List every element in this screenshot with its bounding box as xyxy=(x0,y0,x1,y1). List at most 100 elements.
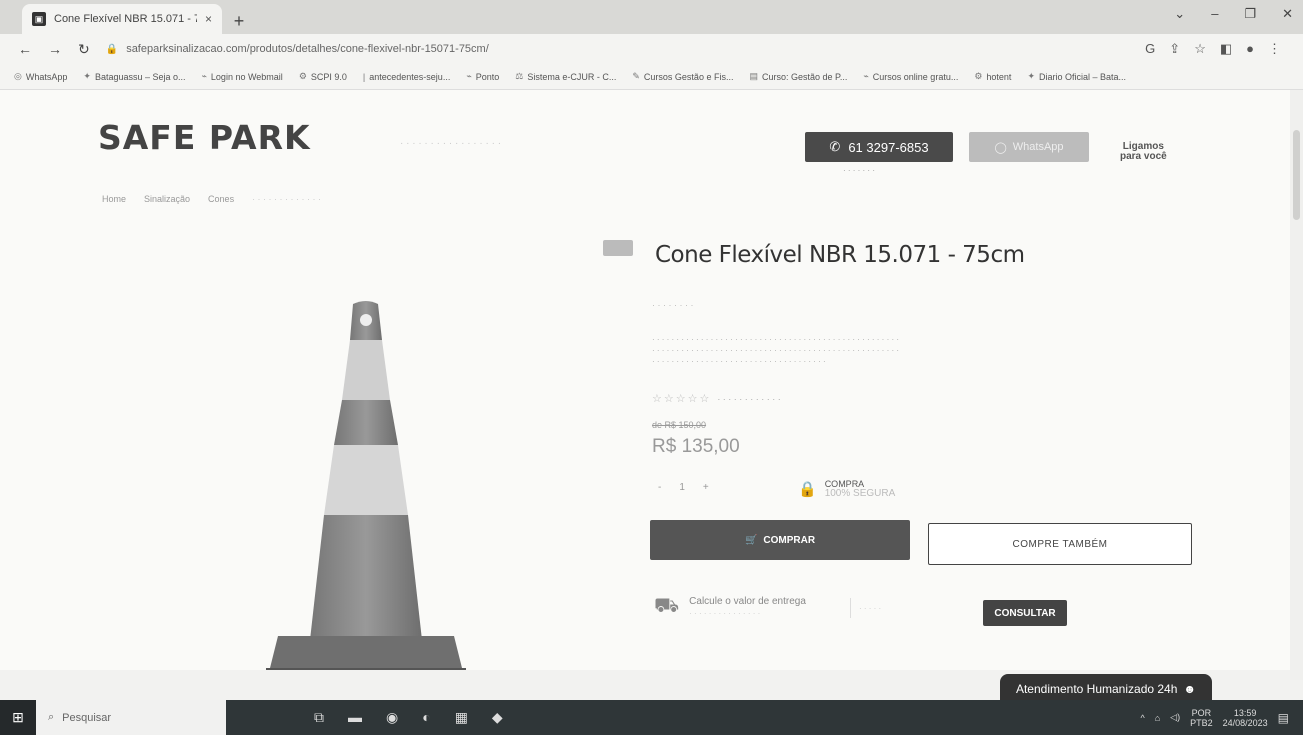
qty-value[interactable]: 1 xyxy=(679,482,685,493)
bookmark-item[interactable]: ⌁ Ponto xyxy=(466,71,499,82)
phone-icon: ✆ xyxy=(829,139,841,154)
bookmark-icon: | xyxy=(362,71,366,82)
buy-button[interactable]: 🛒 COMPRAR xyxy=(650,520,910,560)
bookmark-item[interactable]: ✎ Cursos Gestão e Fis... xyxy=(632,71,733,82)
maximize-icon[interactable]: ❐ xyxy=(1244,6,1256,22)
tray-chevron-icon[interactable]: ^ xyxy=(1141,713,1145,723)
sidepanel-icon[interactable]: ◧ xyxy=(1220,41,1232,57)
web-page: SAFE PARK · · · · · · · · · · · · · · · … xyxy=(0,90,1290,670)
delivery-sub: · · · · · · · · · · · · · · · xyxy=(689,608,761,618)
breadcrumb-home[interactable]: Home xyxy=(102,194,126,204)
buy-label: COMPRAR xyxy=(763,534,816,546)
consult-button[interactable]: CONSULTAR xyxy=(983,600,1067,626)
product-rating[interactable]: ☆☆☆☆☆ · · · · · · · · · · · · xyxy=(652,392,781,405)
chrome-icon[interactable]: ◉ xyxy=(386,709,398,726)
breadcrumb: Home Sinalização Cones · · · · · · · · ·… xyxy=(102,194,321,204)
bookmark-icon: ⌁ xyxy=(201,71,207,81)
network-icon[interactable]: ⌂ xyxy=(1155,713,1160,723)
delivery-calculator: ⛟ Calcule o valor de entrega · · · · · ·… xyxy=(654,595,806,620)
taskbar-search[interactable]: ⌕ Pesquisar xyxy=(36,700,226,735)
qty-minus-button[interactable]: - xyxy=(658,482,661,493)
bookmark-item[interactable]: ⚖ Sistema e-CJUR - C... xyxy=(515,71,616,82)
clock[interactable]: 13:59 24/08/2023 xyxy=(1223,708,1268,728)
address-bar[interactable]: 🔒 safeparksinalizacao.com/produtos/detal… xyxy=(106,38,1129,60)
product-description: · · · · · · · · · · · · · · · · · · · · … xyxy=(652,335,899,366)
cep-input[interactable]: · · · · · xyxy=(850,598,960,618)
forward-icon[interactable]: → xyxy=(48,41,62,57)
rating-text: · · · · · · · · · · · · xyxy=(717,393,781,404)
secure-sub: 100% SEGURA xyxy=(824,488,896,499)
also-buy-button[interactable]: COMPRE TAMBÉM xyxy=(928,523,1192,565)
bookmark-item[interactable]: | antecedentes-seju... xyxy=(363,72,450,82)
bookmark-item[interactable]: ⚙ hotent xyxy=(974,71,1011,82)
minimize-icon[interactable]: – xyxy=(1211,6,1218,22)
notification-icon[interactable]: ▤ xyxy=(1278,711,1289,725)
nav-menu: · · · · · · · · · · · · · · · · · xyxy=(400,138,502,149)
bookmark-icon: ⌁ xyxy=(863,71,869,81)
menu-kebab-icon[interactable]: ⋮ xyxy=(1268,41,1281,57)
bookmark-item[interactable]: ◎ WhatsApp xyxy=(14,71,67,82)
bookmark-item[interactable]: ⌁ Login no Webmail xyxy=(202,71,283,82)
bookmark-icon: ◎ xyxy=(14,71,22,81)
qty-plus-button[interactable]: + xyxy=(703,482,709,493)
bookmark-star-icon[interactable]: ☆ xyxy=(1194,41,1206,57)
callback-link[interactable]: Ligamos para você xyxy=(1120,142,1167,162)
site-logo[interactable]: SAFE PARK xyxy=(98,118,311,157)
windows-start-icon[interactable]: ⊞ xyxy=(0,700,36,735)
language-indicator[interactable]: POR PTB2 xyxy=(1190,708,1213,728)
tab-list-icon[interactable]: ⌄ xyxy=(1174,6,1185,22)
old-price: de R$ 150,00 xyxy=(652,420,707,430)
phone-number: 61 3297-6853 xyxy=(848,139,929,155)
excel-icon[interactable]: ▦ xyxy=(455,709,468,726)
reload-icon[interactable]: ↻ xyxy=(78,41,90,58)
callback-line2: para você xyxy=(1120,151,1167,162)
profile-icon[interactable]: ● xyxy=(1246,41,1254,57)
phone-button[interactable]: ✆ 61 3297-6853 xyxy=(805,132,953,162)
bookmark-item[interactable]: ⚙ SCPI 9.0 xyxy=(299,71,347,82)
bookmark-item[interactable]: ⌁ Cursos online gratu... xyxy=(863,71,958,82)
truck-icon: ⛟ xyxy=(654,595,680,617)
zoom-badge xyxy=(603,240,633,256)
product-title: Cone Flexível NBR 15.071 - 75cm xyxy=(655,242,1025,268)
whatsapp-button[interactable]: ◯ WhatsApp xyxy=(969,132,1089,162)
volume-icon[interactable]: ◁) xyxy=(1170,712,1180,723)
file-explorer-icon[interactable]: ▬ xyxy=(348,709,362,726)
close-window-icon[interactable]: ✕ xyxy=(1282,6,1293,22)
scrollbar-thumb[interactable] xyxy=(1293,130,1300,220)
system-tray: ^ ⌂ ◁) POR PTB2 13:59 24/08/2023 ▤ xyxy=(1141,708,1303,728)
bookmark-item[interactable]: ✦ Diario Oficial – Bata... xyxy=(1027,71,1126,82)
breadcrumb-subcategory[interactable]: Cones xyxy=(208,194,234,204)
new-tab-button[interactable]: + xyxy=(226,8,252,34)
whatsapp-icon: ◯ xyxy=(994,141,1007,154)
delivery-label: Calcule o valor de entrega xyxy=(689,595,806,607)
app-icon[interactable]: ◆ xyxy=(492,709,503,726)
close-tab-icon[interactable]: × xyxy=(205,12,212,26)
bookmark-icon: ✦ xyxy=(1027,71,1035,81)
traffic-cone-image xyxy=(266,301,466,670)
chat-label: Atendimento Humanizado 24h xyxy=(1015,682,1178,696)
page-scrollbar[interactable] xyxy=(1290,90,1303,680)
bookmark-item[interactable]: ▤ Curso: Gestão de P... xyxy=(749,71,847,82)
secure-purchase-badge: 🔒 COMPRA 100% SEGURA xyxy=(798,480,896,499)
search-placeholder: Pesquisar xyxy=(62,711,112,724)
padlock-icon: 🔒 xyxy=(798,481,817,498)
share-icon[interactable]: ⇪ xyxy=(1169,41,1180,57)
bookmarks-bar: ◎ WhatsApp ✦ Bataguassu – Seja o... ⌁ Login… xyxy=(0,64,1303,90)
product-image[interactable] xyxy=(258,300,474,670)
browser-tab[interactable]: ▣ Cone Flexível NBR 15.071 - 75c × xyxy=(22,4,222,34)
task-view-icon[interactable]: ⧉ xyxy=(314,709,324,726)
taskbar: ⊞ ⌕ Pesquisar ⧉ ▬ ◉ ◐ ▦ ◆ ^ ⌂ ◁) POR PTB… xyxy=(0,700,1303,735)
toolbar-actions: G ⇪ ☆ ◧ ● ⋮ xyxy=(1145,41,1281,57)
phone-subtitle: · · · · · · · xyxy=(843,166,875,175)
taskbar-apps: ⧉ ▬ ◉ ◐ ▦ ◆ xyxy=(314,709,503,726)
google-icon[interactable]: G xyxy=(1145,41,1155,57)
breadcrumb-category[interactable]: Sinalização xyxy=(144,194,190,204)
edge-icon[interactable]: ◐ xyxy=(422,709,430,726)
lock-icon: 🔒 xyxy=(105,43,119,55)
back-icon[interactable]: ← xyxy=(18,41,32,57)
chat-icon: ☻ xyxy=(1183,682,1197,696)
search-icon: ⌕ xyxy=(48,711,55,723)
site-favicon-icon: ▣ xyxy=(32,12,46,26)
bookmark-icon: ✦ xyxy=(83,71,91,81)
bookmark-item[interactable]: ✦ Bataguassu – Seja o... xyxy=(83,71,185,82)
